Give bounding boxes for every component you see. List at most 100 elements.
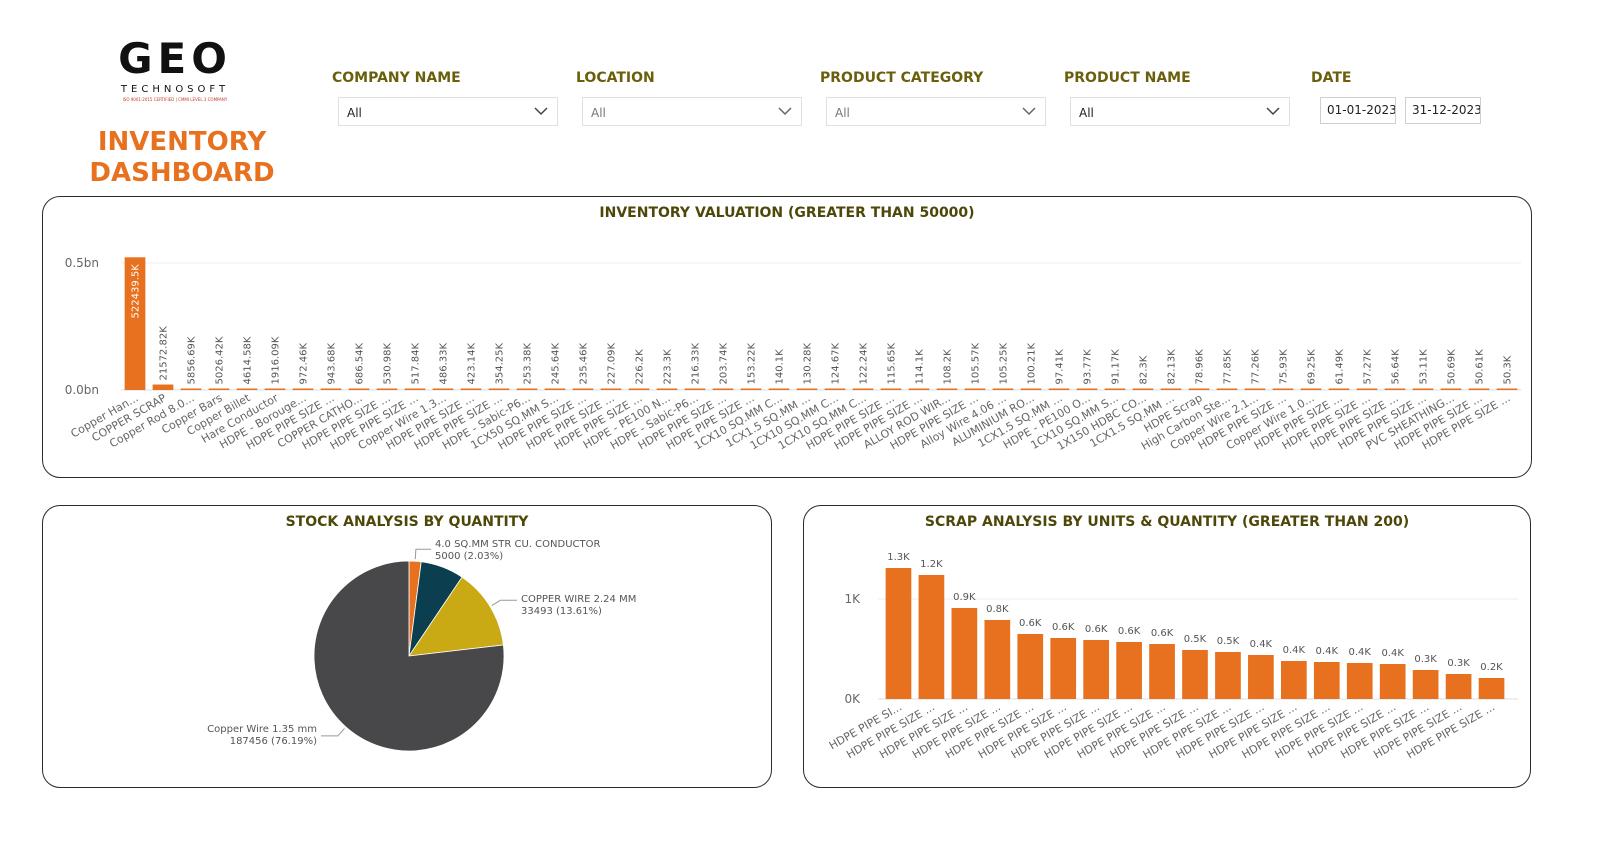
- bar: [712, 388, 734, 390]
- bar: [1149, 644, 1175, 699]
- date-to-input[interactable]: 31-12-2023: [1405, 97, 1481, 124]
- category-dropdown-value: All: [835, 106, 850, 120]
- chevron-down-icon: [1022, 107, 1036, 116]
- data-label: 943.68K: [327, 343, 338, 385]
- company-filter: COMPANY NAME All: [332, 70, 558, 126]
- bar: [1280, 661, 1307, 699]
- data-label: 0.5K: [1217, 636, 1240, 647]
- bar: [1328, 388, 1350, 390]
- date-filter: DATE 01-01-2023 31-12-2023: [1311, 70, 1481, 124]
- bar: [984, 620, 1011, 699]
- data-label: 57.27K: [1363, 349, 1374, 385]
- bar: [1412, 670, 1439, 699]
- bar: [1104, 388, 1126, 390]
- bar: [152, 384, 174, 390]
- data-label: 0.6K: [1085, 624, 1108, 635]
- chevron-down-icon: [534, 107, 548, 116]
- data-label: 0.9K: [953, 592, 976, 603]
- company-filter-label: COMPANY NAME: [332, 70, 461, 86]
- data-label: 50.61K: [1475, 349, 1486, 385]
- y-tick-label: 1K: [844, 592, 861, 606]
- chevron-down-icon: [1266, 107, 1280, 116]
- data-label: 235.46K: [579, 343, 590, 385]
- date-from-input[interactable]: 01-01-2023: [1320, 97, 1396, 124]
- bar: [1215, 652, 1241, 699]
- bar: [1017, 634, 1044, 699]
- scrap-analysis-panel: SCRAP ANALYSIS BY UNITS & QUANTITY (GREA…: [803, 505, 1531, 788]
- data-label: 115.65K: [887, 343, 898, 385]
- logo-subtitle: TECHNOSOFT: [120, 84, 230, 95]
- location-filter-label: LOCATION: [576, 70, 655, 86]
- data-label: 0.6K: [1019, 618, 1042, 629]
- page-title-line2: DASHBOARD: [89, 158, 275, 188]
- data-label: 0.6K: [1052, 622, 1075, 633]
- bar: [1313, 662, 1340, 699]
- bar: [1496, 388, 1518, 390]
- data-label: 226.2K: [635, 349, 646, 385]
- bar: [656, 388, 678, 390]
- date-filter-label: DATE: [1311, 70, 1352, 86]
- company-logo: GEO TECHNOSOFT ISO 9001:2015 CERTIFIED |…: [100, 34, 250, 103]
- page-title: INVENTORY DASHBOARD: [62, 127, 302, 189]
- bar: [292, 388, 314, 390]
- bar: [796, 388, 818, 390]
- slice-value: 187456 (76.19%): [230, 736, 317, 747]
- bar: [320, 388, 342, 390]
- logo-certification: ISO 9001:2015 CERTIFIED | CMMI LEVEL 3 C…: [122, 97, 228, 102]
- data-label: 522439.5K: [131, 264, 142, 319]
- bar: [1050, 638, 1077, 699]
- bar: [1356, 388, 1378, 390]
- bar: [208, 388, 230, 390]
- bar: [1020, 388, 1042, 390]
- bar: [824, 388, 846, 390]
- bar: [1468, 388, 1490, 390]
- leader-line: [491, 599, 517, 606]
- data-label: 253.38K: [523, 343, 534, 385]
- data-label: 0.3K: [1447, 658, 1470, 669]
- data-label: 56.64K: [1391, 349, 1402, 385]
- y-tick-label: 0.0bn: [65, 383, 99, 397]
- data-label: 105.57K: [971, 343, 982, 385]
- scrap-analysis-chart: 0K1K1.3KHDPE PIPE SI...1.2KHDPE PIPE SIZ…: [827, 552, 1518, 761]
- bar: [951, 608, 978, 699]
- bar: [1445, 674, 1472, 699]
- data-label: 686.54K: [355, 343, 366, 385]
- data-label: 1.2K: [920, 559, 943, 570]
- data-label: 82.3K: [1139, 355, 1150, 384]
- data-label: 530.98K: [383, 343, 394, 385]
- data-label: 0.4K: [1283, 645, 1306, 656]
- bar: [236, 388, 258, 390]
- bar: [740, 388, 762, 390]
- bar: [936, 388, 958, 390]
- data-label: 77.26K: [1251, 349, 1262, 385]
- bar: [1083, 640, 1110, 699]
- data-label: 50.3K: [1503, 355, 1514, 384]
- location-dropdown[interactable]: All: [582, 97, 802, 126]
- category-dropdown[interactable]: All: [826, 97, 1046, 126]
- data-label: 223.3K: [663, 349, 674, 385]
- bar: [885, 568, 912, 699]
- data-label: 140.1K: [775, 349, 786, 385]
- data-label: 227.09K: [607, 343, 618, 385]
- product-filter: PRODUCT NAME All: [1064, 70, 1290, 126]
- data-label: 0.6K: [1151, 628, 1174, 639]
- data-label: 216.33K: [691, 343, 702, 385]
- product-dropdown[interactable]: All: [1070, 97, 1290, 126]
- category-filter: PRODUCT CATEGORY All: [820, 70, 1046, 126]
- bar: [1384, 388, 1406, 390]
- bar: [572, 388, 594, 390]
- data-label: 82.13K: [1167, 349, 1178, 385]
- data-label: 114.1K: [915, 349, 926, 385]
- data-label: 1.3K: [887, 552, 910, 563]
- data-label: 0.4K: [1381, 648, 1404, 659]
- inventory-valuation-panel: INVENTORY VALUATION (GREATER THAN 50000)…: [42, 196, 1532, 478]
- company-dropdown[interactable]: All: [338, 97, 558, 126]
- logo-mark: GEO: [118, 34, 232, 83]
- bar: [1379, 664, 1406, 699]
- bar: [908, 388, 930, 390]
- y-tick-label: 0K: [844, 692, 861, 706]
- product-filter-label: PRODUCT NAME: [1064, 70, 1191, 86]
- bar: [684, 388, 706, 390]
- data-label: 354.25K: [495, 343, 506, 385]
- data-label: 77.85K: [1223, 349, 1234, 385]
